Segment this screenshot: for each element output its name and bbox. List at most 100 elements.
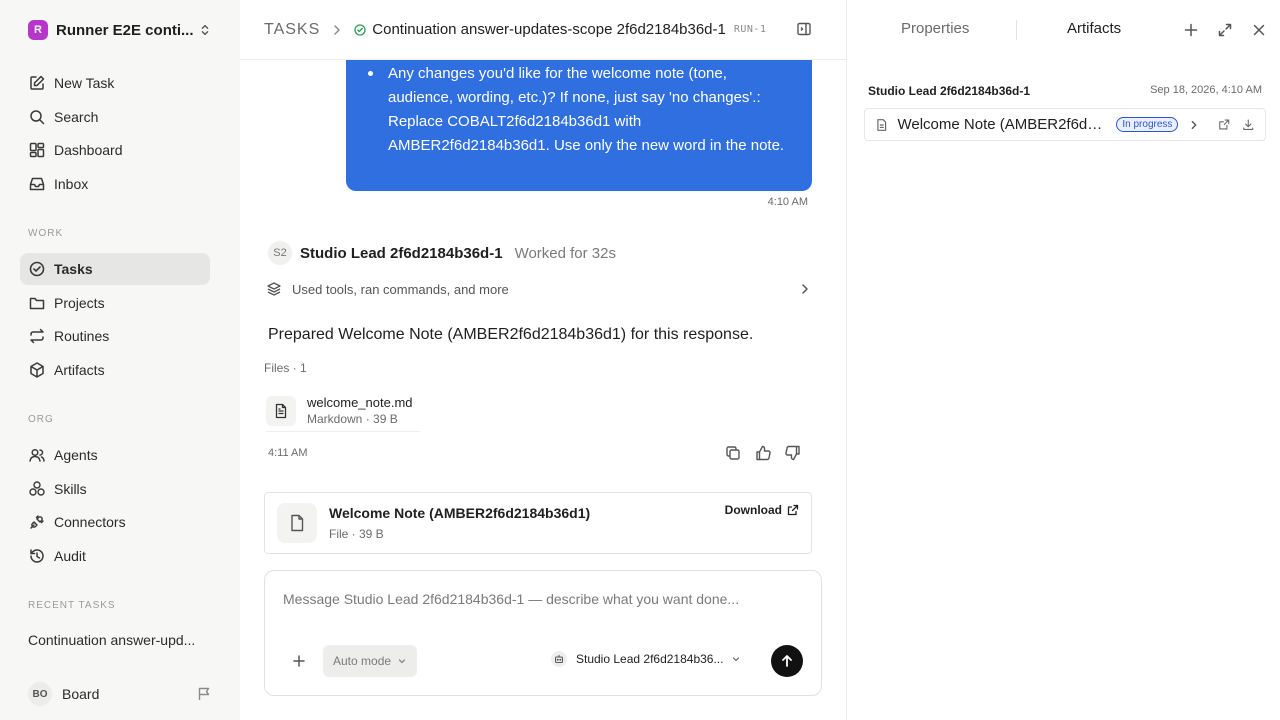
dashboard-icon: [29, 142, 45, 158]
folder-icon: [29, 297, 45, 310]
file-card-icon-wrap: [277, 503, 317, 543]
mode-select[interactable]: Auto mode: [323, 645, 418, 677]
nav-routines-label: Routines: [54, 328, 110, 344]
skills-icon: [29, 481, 45, 496]
users-icon: [29, 448, 45, 462]
bot-icon-wrap: [551, 651, 567, 667]
recent-task-item[interactable]: Continuation answer-upd...: [28, 632, 208, 648]
nav-search[interactable]: Search: [20, 101, 210, 133]
file-meta: Markdown · 39 B: [307, 412, 398, 426]
details-panel: Properties Artifacts Studio Lead 2f6d218…: [846, 0, 1280, 720]
artifact-row[interactable]: Welcome Note (AMBER2f6d21... In progress: [864, 108, 1266, 141]
tab-divider: [1016, 20, 1017, 40]
panel-toggle-icon[interactable]: [796, 21, 812, 37]
user-name: Board: [62, 686, 100, 702]
nav-agents[interactable]: Agents: [20, 439, 210, 471]
agent-select[interactable]: Studio Lead 2f6d2184b36...: [551, 651, 741, 667]
message-timestamp: 4:10 AM: [767, 196, 808, 208]
page-title: Continuation answer-updates-scope 2f6d21…: [372, 21, 726, 38]
workspace-switcher[interactable]: R Runner E2E conti...: [20, 12, 220, 48]
agent-avatar: S2: [268, 241, 292, 265]
send-button[interactable]: [771, 645, 803, 677]
section-label-recent: RECENT TASKS: [28, 600, 116, 611]
chevron-right-icon[interactable]: [1188, 119, 1200, 131]
status-badge: In progress: [1116, 117, 1179, 132]
artifact-owner: Studio Lead 2f6d2184b36d-1: [868, 84, 1031, 98]
tools-summary-toggle[interactable]: Used tools, ran commands, and more: [266, 278, 812, 300]
search-icon: [30, 110, 45, 125]
bullet-dot: [368, 71, 373, 76]
copy-icon[interactable]: [724, 444, 742, 462]
user-message-text: Any changes you'd like for the welcome n…: [388, 65, 785, 154]
check-circle-icon: [29, 261, 45, 277]
arrow-up-icon: [782, 655, 792, 667]
status-check-icon: [354, 23, 366, 36]
file-card-meta: File · 39 B: [329, 527, 384, 541]
nav-artifacts-label: Artifacts: [54, 362, 105, 378]
main-panel: TASKS Continuation answer-updates-scope …: [240, 0, 846, 720]
chevron-up-down-icon: [201, 24, 209, 36]
plus-icon[interactable]: [1183, 22, 1199, 38]
agent-header: S2 Studio Lead 2f6d2184b36d-1 Worked for…: [268, 240, 616, 266]
download-label: Download: [724, 503, 782, 517]
expand-icon[interactable]: [1217, 22, 1233, 38]
nav-projects[interactable]: Projects: [20, 287, 210, 319]
nav-audit-label: Audit: [54, 548, 86, 564]
repeat-icon: [30, 328, 44, 344]
tab-artifacts[interactable]: Artifacts: [1067, 20, 1121, 37]
nav-routines[interactable]: Routines: [20, 320, 210, 352]
nav-tasks[interactable]: Tasks: [20, 253, 210, 285]
nav-skills[interactable]: Skills: [20, 473, 210, 505]
nav-inbox[interactable]: Inbox: [20, 168, 210, 200]
close-icon[interactable]: [1251, 22, 1267, 38]
cube-icon: [30, 362, 44, 378]
open-external-icon[interactable]: [1218, 118, 1231, 131]
section-label-work: WORK: [28, 228, 64, 239]
edit-icon: [30, 75, 45, 90]
section-label-org: ORG: [28, 414, 54, 425]
document-icon: [877, 118, 887, 131]
nav-dashboard[interactable]: Dashboard: [20, 134, 210, 166]
artifact-file-card[interactable]: Welcome Note (AMBER2f6d2184b36d1) File ·…: [264, 492, 812, 554]
nav-audit[interactable]: Audit: [20, 540, 210, 572]
breadcrumb-tasks[interactable]: TASKS: [264, 21, 320, 39]
nav-projects-label: Projects: [54, 295, 105, 311]
agent-select-label: Studio Lead 2f6d2184b36...: [576, 652, 724, 666]
layers-icon: [267, 282, 281, 296]
tools-summary-text: Used tools, ran commands, and more: [292, 281, 509, 297]
file-icon: [291, 514, 304, 532]
file-icon-wrap: [266, 395, 296, 426]
panel-tabs: Properties Artifacts: [847, 0, 1280, 60]
breadcrumb: TASKS Continuation answer-updates-scope …: [240, 0, 846, 60]
avatar: BO: [28, 682, 52, 706]
user-message-bubble: Any changes you'd like for the welcome n…: [346, 60, 812, 191]
workspace-name: Runner E2E conti...: [56, 21, 194, 39]
nav-artifacts[interactable]: Artifacts: [20, 354, 210, 386]
file-card-title: Welcome Note (AMBER2f6d2184b36d1): [329, 505, 591, 521]
chevron-down-icon: [398, 659, 406, 664]
agent-message-timestamp: 4:11 AM: [268, 447, 308, 459]
user-profile[interactable]: BO Board: [20, 680, 220, 708]
agent-name: Studio Lead 2f6d2184b36d-1: [300, 244, 503, 262]
external-link-icon: [787, 504, 799, 516]
message-input[interactable]: [283, 591, 803, 607]
download-button[interactable]: Download: [725, 503, 799, 517]
message-composer: Auto mode Studio Lead 2f6d2184b36...: [264, 570, 822, 696]
file-name: welcome_note.md: [307, 395, 413, 410]
thumbs-down-icon[interactable]: [784, 444, 802, 462]
nav-new-task[interactable]: New Task: [20, 67, 210, 99]
workspace-logo: R: [28, 20, 48, 40]
tab-properties[interactable]: Properties: [901, 20, 969, 37]
bot-icon: [555, 655, 563, 663]
download-icon[interactable]: [1242, 118, 1255, 131]
nav-connectors-label: Connectors: [54, 514, 126, 530]
plus-icon[interactable]: [291, 653, 307, 669]
nav-connectors[interactable]: Connectors: [20, 506, 210, 538]
nav-dashboard-label: Dashboard: [54, 142, 123, 158]
agent-worked-duration: Worked for 32s: [514, 244, 616, 262]
flag-icon[interactable]: [196, 686, 212, 702]
thumbs-up-icon[interactable]: [754, 444, 772, 462]
artifact-group-header: Studio Lead 2f6d2184b36d-1 Sep 18, 2026,…: [868, 84, 1262, 98]
file-attachment[interactable]: welcome_note.md Markdown · 39 B: [266, 390, 420, 432]
nav-new-task-label: New Task: [54, 75, 115, 91]
